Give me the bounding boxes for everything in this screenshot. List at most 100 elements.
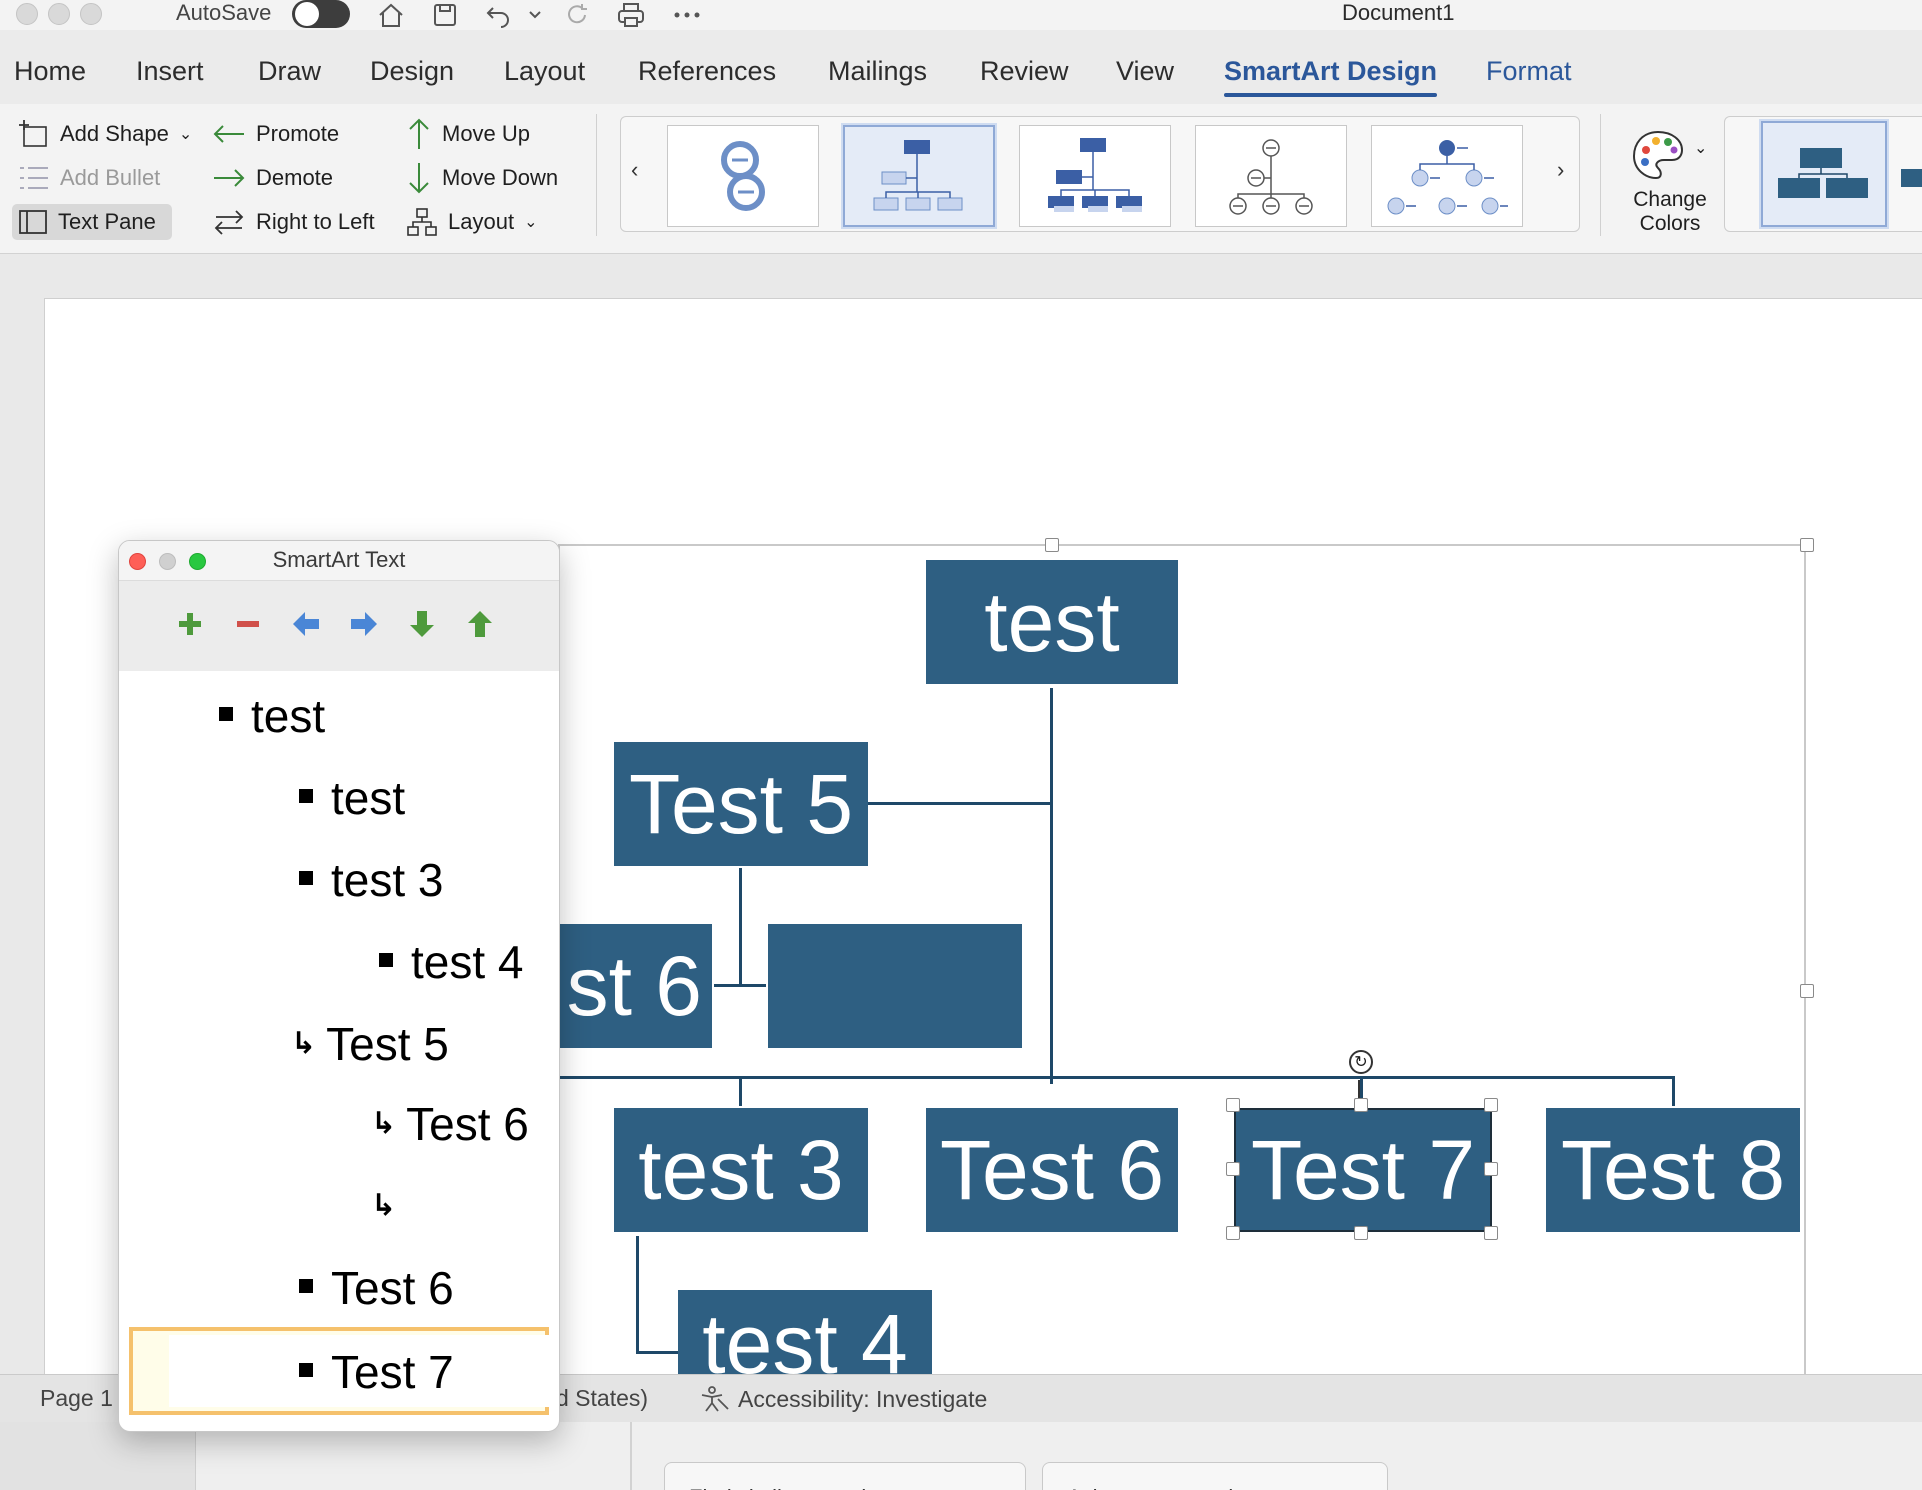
save-icon[interactable] (428, 0, 462, 30)
list-item[interactable]: ↳ Test 5 (291, 1021, 449, 1067)
tab-references[interactable]: References (638, 56, 776, 87)
demote-button[interactable]: Demote (206, 160, 339, 196)
resize-handle-right[interactable] (1800, 984, 1814, 998)
zoom-window-button[interactable] (80, 3, 102, 25)
smartart-node-top[interactable]: test (926, 560, 1178, 684)
list-item[interactable]: ↳ Test 6 (371, 1101, 529, 1147)
print-icon[interactable] (614, 0, 648, 30)
layout-option-name-title-org-chart[interactable] (1019, 125, 1171, 227)
add-shape-button[interactable]: Add Shape ⌄ (12, 116, 198, 152)
text-pane-button[interactable]: Text Pane (12, 204, 172, 240)
resize-handle-top-right[interactable] (1800, 538, 1814, 552)
list-item[interactable]: test 3 (299, 857, 444, 903)
node-handle[interactable] (1484, 1098, 1498, 1112)
tab-format[interactable]: Format (1486, 56, 1572, 87)
tab-view[interactable]: View (1116, 56, 1174, 87)
node-handle[interactable] (1354, 1226, 1368, 1240)
style-option-partial[interactable] (1901, 169, 1922, 187)
list-item-active-text[interactable]: Test 7 (299, 1349, 454, 1395)
tab-draw[interactable]: Draw (258, 56, 321, 87)
chevron-down-icon: ⌄ (524, 214, 538, 231)
smartart-styles-gallery (1724, 116, 1922, 232)
page-indicator[interactable]: Page 1 (40, 1385, 113, 1412)
smartart-node-test4[interactable]: test 4 (678, 1290, 932, 1380)
gallery-prev-chevron-icon[interactable]: ‹ (631, 157, 638, 183)
text-pane-list[interactable]: test test test 3 test 4 ↳ Test 5 ↳ Test 6 … (129, 671, 549, 1431)
node-handle[interactable] (1484, 1226, 1498, 1240)
resize-handle-top[interactable] (1045, 538, 1059, 552)
layout-option-circle-org-chart[interactable] (1195, 125, 1347, 227)
smartart-frame[interactable] (558, 538, 1814, 1394)
node-handle[interactable] (1226, 1226, 1240, 1240)
gallery-next-chevron-icon[interactable]: › (1557, 157, 1564, 183)
change-colors-button[interactable]: ⌄ Change Colors (1620, 118, 1720, 238)
smartart-node-test5[interactable]: Test 5 (614, 742, 868, 866)
node-handle[interactable] (1354, 1098, 1368, 1112)
undo-icon[interactable] (482, 0, 516, 30)
right-to-left-button[interactable]: Right to Left (206, 204, 381, 240)
smartart-node-test7-selected[interactable]: Test 7 (1234, 1108, 1492, 1232)
layout-option-org-chart-selected[interactable] (843, 125, 995, 227)
move-up-button[interactable]: Move Up (400, 116, 536, 152)
add-bullet-label: Add Bullet (60, 165, 161, 190)
tab-smartart-design[interactable]: SmartArt Design (1224, 56, 1438, 97)
tab-review[interactable]: Review (980, 56, 1069, 87)
promote-arrow-left-icon[interactable] (289, 607, 323, 641)
demote-arrow-right-icon[interactable] (347, 607, 381, 641)
connector-line (636, 1351, 680, 1354)
node-handle[interactable] (1484, 1162, 1498, 1176)
ribbon-tabs: Home Insert Draw Design Layout Reference… (0, 48, 1922, 98)
add-bullet-button[interactable]: Add Bullet (12, 160, 166, 196)
chevron-down-icon: ⌄ (1694, 140, 1708, 157)
text-pane-label: Text Pane (58, 209, 156, 234)
layout-option-cycle[interactable] (667, 125, 819, 227)
smartart-node-empty[interactable] (768, 924, 1022, 1048)
smartart-node-test3[interactable]: test 3 (614, 1108, 868, 1232)
list-item[interactable]: test 4 (379, 939, 524, 985)
undo-dropdown-chevron-icon[interactable] (520, 0, 550, 30)
layout-option-hierarchy-circles[interactable] (1371, 125, 1523, 227)
right-to-left-label: Right to Left (256, 209, 375, 234)
autosave-toggle[interactable] (292, 0, 350, 28)
list-item[interactable]: Test 6 (299, 1265, 454, 1311)
smartart-node-test6[interactable]: Test 6 (926, 1108, 1178, 1232)
tab-mailings[interactable]: Mailings (828, 56, 927, 87)
move-up-arrow-icon[interactable] (463, 607, 497, 641)
list-item-active[interactable]: Test 7 (129, 1327, 549, 1415)
close-window-button[interactable] (16, 3, 38, 25)
add-item-plus-icon[interactable] (173, 607, 207, 641)
text-pane-icon (19, 210, 47, 234)
move-down-arrow-icon[interactable] (405, 607, 439, 641)
home-icon[interactable] (374, 0, 408, 30)
redo-icon[interactable] (560, 0, 594, 30)
hierarchy-icon (407, 208, 437, 236)
document-title: Document1 (1342, 0, 1455, 25)
tab-insert[interactable]: Insert (136, 56, 204, 87)
tab-design[interactable]: Design (370, 56, 454, 87)
accessibility-status[interactable]: Accessibility: Investigate (698, 1385, 987, 1413)
promote-button[interactable]: Promote (206, 116, 345, 152)
rotate-icon[interactable]: ↻ (1349, 1050, 1373, 1074)
find-similar-questions-button[interactable]: Find similar questions (664, 1462, 1026, 1490)
tab-layout[interactable]: Layout (504, 56, 585, 87)
bullet-square-icon (299, 1362, 313, 1377)
tab-home[interactable]: Home (14, 56, 86, 87)
node-handle[interactable] (1226, 1162, 1240, 1176)
minimize-window-button[interactable] (48, 3, 70, 25)
list-item[interactable]: test (299, 775, 405, 821)
more-options-icon[interactable] (670, 0, 704, 30)
connector-line (868, 802, 1052, 805)
layout-gallery: ‹ › (620, 116, 1580, 232)
language-indicator[interactable]: d States) (556, 1385, 648, 1412)
list-item-empty[interactable]: ↳ (371, 1183, 406, 1229)
connector-line (1050, 688, 1053, 1084)
ask-new-question-button[interactable]: Ask a new question (1042, 1462, 1388, 1490)
layout-button[interactable]: Layout ⌄ (400, 204, 543, 240)
smartart-node-test8[interactable]: Test 8 (1546, 1108, 1800, 1232)
list-item[interactable]: test (219, 693, 325, 739)
move-down-button[interactable]: Move Down (400, 160, 564, 196)
arrow-right-icon (214, 169, 245, 187)
remove-item-minus-icon[interactable] (231, 607, 265, 641)
style-option-selected[interactable] (1761, 121, 1887, 227)
node-handle[interactable] (1226, 1098, 1240, 1112)
